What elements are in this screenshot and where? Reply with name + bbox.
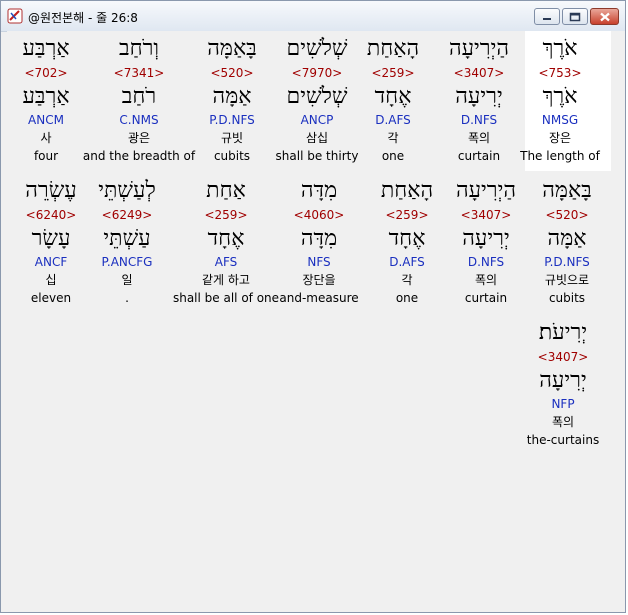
app-window: @원전본해 - 줄 26:8 אֹרֶךְ <753> אֹרֶךְ NMSG 장은 Th… [0,0,626,613]
minimize-button[interactable] [534,8,560,25]
maximize-button[interactable] [562,8,588,25]
close-icon [599,12,610,21]
morphology: ANCF [34,255,68,269]
lemma: אַרְבַּע [22,84,70,109]
close-button[interactable] [590,8,619,25]
korean-gloss: 사 [40,131,52,145]
lemma: יְרִיעָה [539,368,587,393]
title-bar[interactable]: @원전본해 - 줄 26:8 [1,1,625,32]
english-gloss: four [33,149,59,163]
interlinear-view[interactable]: אֹרֶךְ <753> אֹרֶךְ NMSG 장은 The length of הַיְ… [7,31,625,609]
app-icon [7,8,23,24]
strong-number[interactable]: <3407> [503,347,623,367]
minimize-icon [543,17,551,20]
window-title: @원전본해 - 줄 26:8 [28,11,138,25]
korean-gloss: 십 [45,273,57,287]
hebrew-word: אַרְבַּע [22,36,70,61]
word-cell[interactable]: עֶשְׂרֵה <6240> עָשָׂר ANCF 십 eleven [0,173,111,307]
morphology: ANCM [28,113,64,127]
hebrew-word: עֶשְׂרֵה [25,178,77,203]
english-gloss: the-curtains [526,433,600,447]
hebrew-word: יְרִיעֹת׃ [538,320,588,345]
word-cell[interactable]: אַרְבַּע <702> אַרְבַּע ANCM 사 four [0,31,106,165]
korean-gloss: 폭의 [551,415,575,429]
word-cell[interactable]: יְרִיעֹת׃ <3407> יְרִיעָה NFP 폭의 the-curtains [503,315,623,449]
maximize-icon [569,12,581,21]
strong-number[interactable]: <6240> [0,205,111,225]
morphology: NFP [551,397,575,411]
english-gloss: eleven [30,291,72,305]
lemma: עָשָׂר [31,226,71,251]
strong-number[interactable]: <702> [0,63,106,83]
